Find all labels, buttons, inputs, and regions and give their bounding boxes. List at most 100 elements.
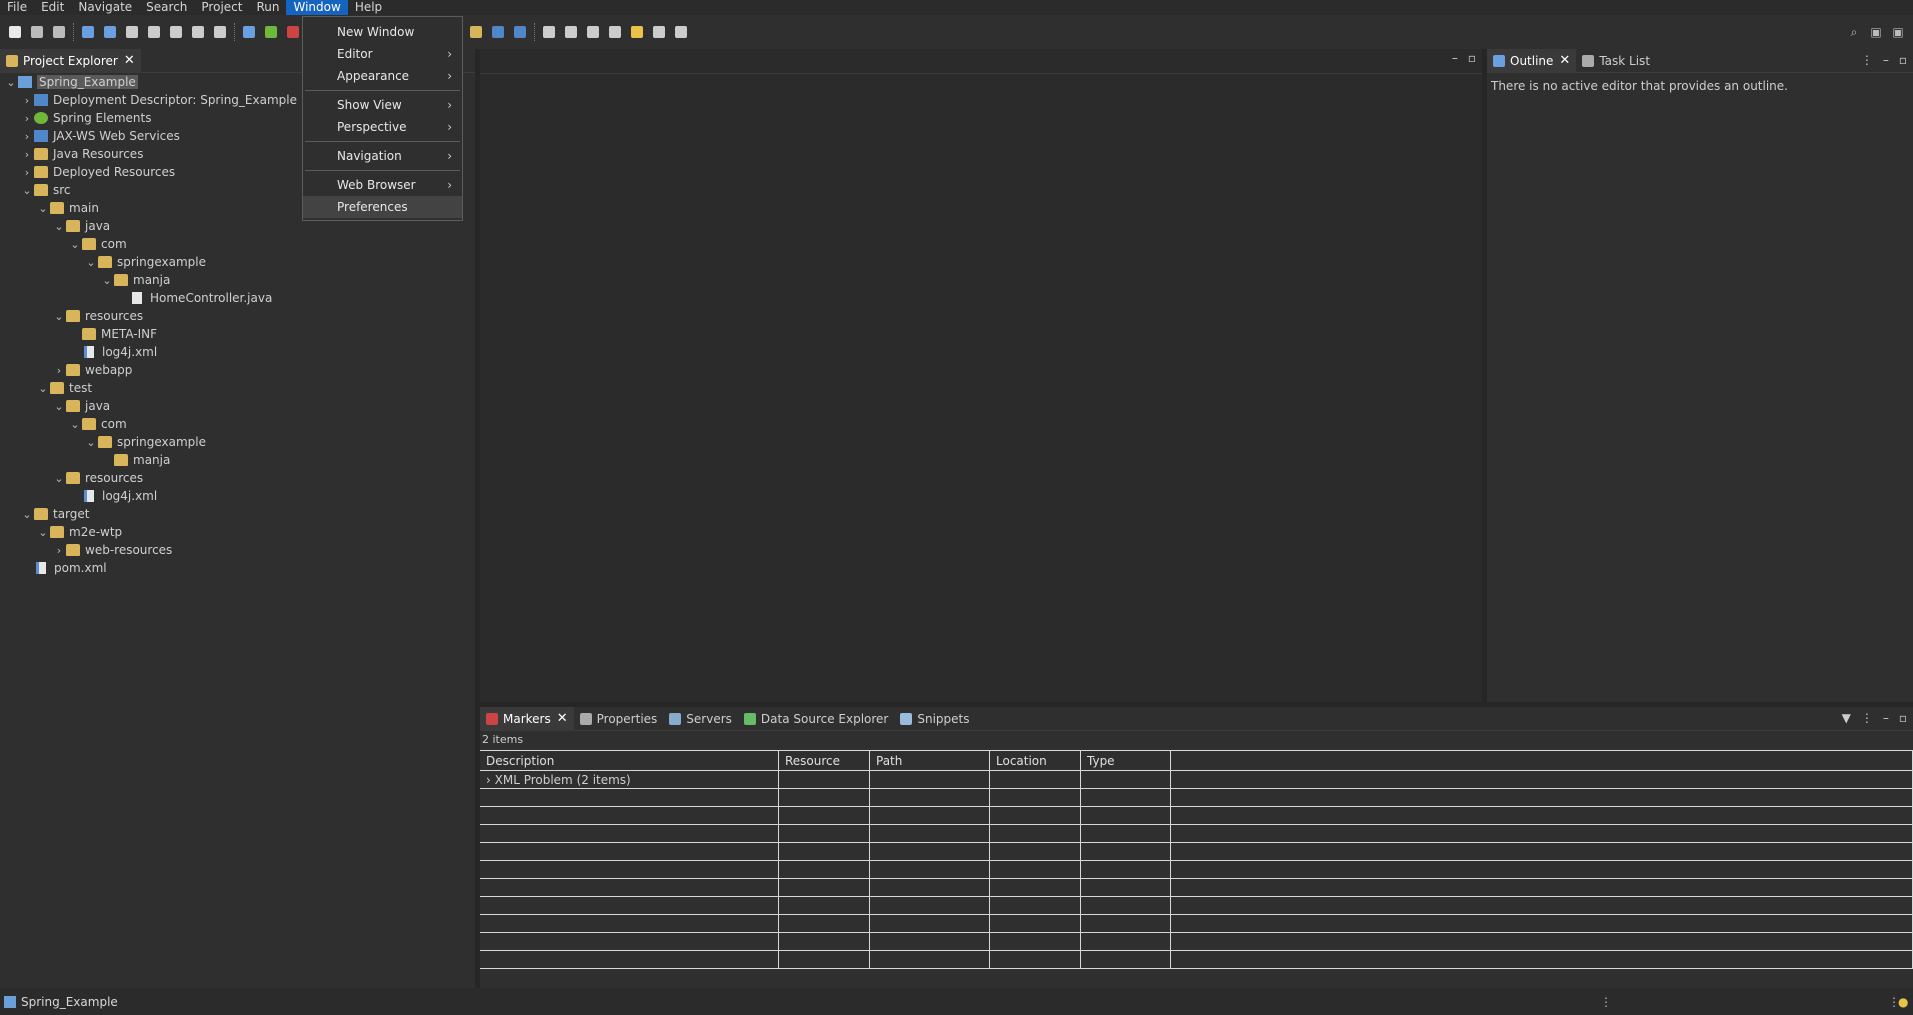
toolbar-button-icon[interactable] xyxy=(211,23,229,41)
table-row[interactable]: › XML Problem (2 items) xyxy=(480,771,1913,789)
menu-item-appearance[interactable]: Appearance › xyxy=(303,65,462,87)
tab-servers[interactable]: Servers xyxy=(663,707,738,731)
close-icon[interactable]: ✕ xyxy=(1559,53,1570,68)
tree-item[interactable]: ⌄ springexample xyxy=(0,253,475,271)
tab-properties[interactable]: Properties xyxy=(574,707,664,731)
tree-item[interactable]: ⌄ test xyxy=(0,379,475,397)
toolbar-button-icon[interactable] xyxy=(511,23,529,41)
tree-item[interactable]: ⌄ resources xyxy=(0,307,475,325)
menu-navigate[interactable]: Navigate xyxy=(71,0,139,15)
toolbar-button-icon[interactable] xyxy=(628,23,646,41)
minimize-icon[interactable]: – xyxy=(1883,711,1889,725)
chevron-right-icon[interactable]: › xyxy=(20,112,34,125)
tree-item[interactable]: HomeController.java xyxy=(0,289,475,307)
search-icon[interactable]: ⌕ xyxy=(1845,23,1863,41)
toolbar-button-icon[interactable] xyxy=(189,23,207,41)
tree-item[interactable]: log4j.xml xyxy=(0,487,475,505)
toolbar-button-icon[interactable] xyxy=(584,23,602,41)
menu-project[interactable]: Project xyxy=(194,0,249,15)
tab-outline[interactable]: Outline ✕ xyxy=(1487,48,1577,73)
tree-item[interactable]: ⌄ springexample xyxy=(0,433,475,451)
chevron-right-icon[interactable]: › xyxy=(20,130,34,143)
menu-item-editor[interactable]: Editor › xyxy=(303,43,462,65)
toolbar-button-icon[interactable] xyxy=(28,23,46,41)
toolbar-button-icon[interactable] xyxy=(101,23,119,41)
chevron-down-icon[interactable]: ⌄ xyxy=(20,508,34,521)
column-header[interactable]: Location xyxy=(990,751,1081,771)
tree-item[interactable]: ⌄ com xyxy=(0,415,475,433)
toolbar-button-icon[interactable] xyxy=(672,23,690,41)
toolbar-button-icon[interactable] xyxy=(262,23,280,41)
view-menu-icon[interactable]: ⋮ xyxy=(1861,53,1873,67)
view-menu-icon[interactable]: ⋮ xyxy=(1861,711,1873,725)
chevron-down-icon[interactable]: ⌄ xyxy=(52,400,66,413)
chevron-right-icon[interactable]: › xyxy=(20,166,34,179)
tab-data-source-explorer[interactable]: Data Source Explorer xyxy=(738,707,894,731)
toolbar-button-icon[interactable] xyxy=(145,23,163,41)
toolbar-button-icon[interactable] xyxy=(562,23,580,41)
chevron-down-icon[interactable]: ⌄ xyxy=(20,184,34,197)
toolbar-button-icon[interactable] xyxy=(6,23,24,41)
chevron-down-icon[interactable]: ⌄ xyxy=(68,238,82,251)
chevron-down-icon[interactable]: ⌄ xyxy=(68,418,82,431)
chevron-right-icon[interactable]: › xyxy=(20,148,34,161)
maximize-icon[interactable]: ▫ xyxy=(1468,51,1476,65)
tree-item[interactable]: ⌄ m2e-wtp xyxy=(0,523,475,541)
chevron-down-icon[interactable]: ⌄ xyxy=(100,274,114,287)
chevron-right-icon[interactable]: › xyxy=(20,94,34,107)
menu-window[interactable]: Window xyxy=(286,0,348,15)
close-icon[interactable]: ✕ xyxy=(557,711,568,726)
toolbar-button-icon[interactable] xyxy=(50,23,68,41)
toolbar-button-icon[interactable] xyxy=(650,23,668,41)
tab-markers[interactable]: Markers ✕ xyxy=(480,706,574,731)
toolbar-button-icon[interactable] xyxy=(284,23,302,41)
open-perspective-icon[interactable]: ▣ xyxy=(1889,23,1907,41)
maximize-icon[interactable]: ▫ xyxy=(1899,53,1907,67)
tree-item[interactable]: › web-resources xyxy=(0,541,475,559)
tab-snippets[interactable]: Snippets xyxy=(894,707,975,731)
menu-file[interactable]: File xyxy=(0,0,34,15)
toolbar-button-icon[interactable] xyxy=(489,23,507,41)
toolbar-button-icon[interactable] xyxy=(540,23,558,41)
close-icon[interactable]: ✕ xyxy=(124,53,135,68)
chevron-down-icon[interactable]: ⌄ xyxy=(36,202,50,215)
toolbar-button-icon[interactable] xyxy=(606,23,624,41)
lightbulb-icon[interactable]: ● xyxy=(1898,995,1908,1009)
column-header[interactable]: Description xyxy=(480,751,779,771)
maximize-icon[interactable]: ▫ xyxy=(1899,711,1907,725)
tree-item[interactable]: pom.xml xyxy=(0,559,475,577)
menu-item-navigation[interactable]: Navigation › xyxy=(303,145,462,167)
minimize-icon[interactable]: – xyxy=(1883,53,1889,67)
menu-item-web-browser[interactable]: Web Browser › xyxy=(303,174,462,196)
chevron-down-icon[interactable]: ⌄ xyxy=(36,382,50,395)
tree-item[interactable]: › webapp xyxy=(0,361,475,379)
menu-item-perspective[interactable]: Perspective › xyxy=(303,116,462,138)
tree-item[interactable]: manja xyxy=(0,451,475,469)
menu-item-preferences[interactable]: Preferences xyxy=(303,196,462,218)
tree-item[interactable]: ⌄ resources xyxy=(0,469,475,487)
filter-icon[interactable]: ▼ xyxy=(1842,711,1851,725)
chevron-down-icon[interactable]: ⌄ xyxy=(52,472,66,485)
toolbar-button-icon[interactable] xyxy=(123,23,141,41)
tree-item[interactable]: log4j.xml xyxy=(0,343,475,361)
menu-item-new-window[interactable]: New Window xyxy=(303,21,462,43)
tree-item[interactable]: ⌄ manja xyxy=(0,271,475,289)
chevron-down-icon[interactable]: ⌄ xyxy=(4,76,18,89)
column-header[interactable]: Type xyxy=(1081,751,1171,771)
toolbar-button-icon[interactable] xyxy=(167,23,185,41)
chevron-right-icon[interactable]: › xyxy=(52,364,66,377)
tree-item[interactable]: ⌄ com xyxy=(0,235,475,253)
minimize-icon[interactable]: – xyxy=(1452,51,1458,65)
toolbar-button-icon[interactable] xyxy=(79,23,97,41)
chevron-down-icon[interactable]: ⌄ xyxy=(52,220,66,233)
tree-item[interactable]: ⌄ java xyxy=(0,397,475,415)
column-header[interactable]: Path xyxy=(870,751,990,771)
menu-item-show-view[interactable]: Show View › xyxy=(303,94,462,116)
chevron-down-icon[interactable]: ⌄ xyxy=(52,310,66,323)
menu-edit[interactable]: Edit xyxy=(34,0,71,15)
column-header[interactable]: Resource xyxy=(779,751,870,771)
toolbar-button-icon[interactable] xyxy=(240,23,258,41)
chevron-down-icon[interactable]: ⌄ xyxy=(84,256,98,269)
status-menu-icon[interactable]: ⋮ xyxy=(1600,995,1612,1009)
tab-task-list[interactable]: Task List xyxy=(1576,49,1656,73)
